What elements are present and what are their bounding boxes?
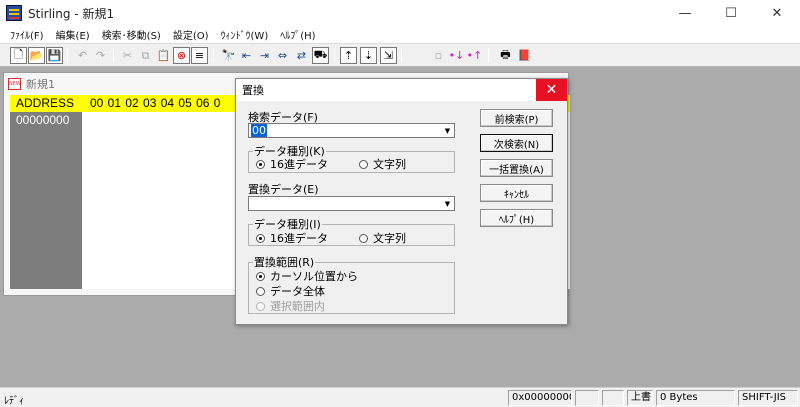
document-title: 新規1: [26, 78, 55, 91]
toolbar-separator: [488, 48, 489, 63]
open-folder-icon[interactable]: 📂: [28, 47, 45, 64]
minimize-button[interactable]: —: [662, 0, 708, 26]
goto-down-icon[interactable]: ⇣: [360, 47, 377, 64]
print-icon[interactable]: 🖶: [497, 47, 514, 64]
mark-icon[interactable]: ▫: [430, 47, 447, 64]
radio-unchecked-icon: [256, 301, 265, 311]
status-pane-blank: [602, 390, 624, 406]
cut-icon[interactable]: ✂: [119, 47, 136, 64]
replace-type-hex-label: 16進データ: [270, 232, 328, 245]
toolbar-separator: [67, 48, 68, 63]
range-selection-radio: 選択範囲内: [256, 298, 325, 314]
range-all-label: データ全体: [270, 285, 325, 298]
insert-icon[interactable]: ≡: [191, 47, 208, 64]
maximize-button[interactable]: ☐: [708, 0, 754, 26]
mark-prev-icon[interactable]: •↓: [448, 47, 465, 64]
replace-icon[interactable]: ⇄: [293, 47, 310, 64]
radio-checked-icon: [256, 271, 265, 281]
range-all-radio[interactable]: データ全体: [256, 283, 325, 299]
menu-search[interactable]: 検索･移動(S): [96, 27, 167, 42]
search-type-text-radio[interactable]: 文字列: [359, 156, 406, 172]
radio-unchecked-icon: [359, 233, 368, 243]
close-window-button[interactable]: ✕: [754, 0, 800, 26]
replace-dialog: 置換 ✕ 検索データ(F) 00 ▼ データ種別(K) 16進データ 文字列 置…: [235, 78, 568, 325]
row-address: 00000000: [16, 113, 70, 127]
find-icon[interactable]: 🔭: [220, 47, 237, 64]
menu-window[interactable]: ｳｨﾝﾄﾞｳ(W): [215, 27, 275, 42]
address-header: ADDRESS: [16, 96, 75, 110]
replace-data-combo[interactable]: ▼: [248, 196, 455, 211]
window-title: Stirling - 新規1: [28, 6, 115, 21]
undo-icon[interactable]: ↶: [74, 47, 91, 64]
range-selection-label: 選択範囲内: [270, 300, 325, 313]
toolbar: 🗋 📂 💾 ↶ ↷ ✂ ⧉ 📋 ⊗ ≡ 🔭 ⇤ ⇥ ⇔ ⇄ ⛟ ⇡ ⇣ ⇲ ▫ …: [0, 43, 800, 67]
paste-icon[interactable]: 📋: [155, 47, 172, 64]
toolbar-separator: [213, 48, 214, 63]
search-type-hex-radio[interactable]: 16進データ: [256, 156, 328, 172]
radio-checked-icon: [256, 159, 265, 169]
replace-type-hex-radio[interactable]: 16進データ: [256, 230, 328, 246]
menu-settings[interactable]: 設定(O): [167, 27, 215, 42]
toolbar-separator: [334, 48, 335, 63]
jump-icon[interactable]: ⛟: [312, 47, 329, 64]
find-next-icon[interactable]: ⇥: [256, 47, 273, 64]
radio-unchecked-icon: [256, 286, 265, 296]
menu-help[interactable]: ﾍﾙﾌﾟ(H): [274, 27, 321, 42]
document-icon: NEW: [8, 78, 21, 90]
new-file-icon[interactable]: 🗋: [10, 47, 27, 64]
toolbar-separator: [401, 48, 402, 63]
menu-edit[interactable]: 編集(E): [50, 27, 96, 42]
search-data-combo[interactable]: 00 ▼: [248, 123, 455, 138]
chevron-down-icon[interactable]: ▼: [441, 124, 454, 137]
copy-icon[interactable]: ⧉: [137, 47, 154, 64]
delete-icon[interactable]: ⊗: [173, 47, 190, 64]
status-overwrite: 上書: [627, 390, 653, 406]
save-icon[interactable]: 💾: [46, 47, 63, 64]
status-bar: ﾚﾃﾞｨ 0x00000000 上書 0 Bytes SHIFT-JIS: [0, 387, 800, 407]
help-book-icon[interactable]: 📕: [516, 47, 533, 64]
byte-column-headers: 00 01 02 03 04 05 06 0: [90, 96, 221, 110]
app-icon: [6, 5, 22, 21]
toolbar-separator: [113, 48, 114, 63]
dialog-title-bar: 置換 ✕: [236, 79, 567, 101]
mark-next-icon[interactable]: •↑: [466, 47, 483, 64]
range-cursor-radio[interactable]: カーソル位置から: [256, 268, 358, 284]
replace-type-text-label: 文字列: [373, 232, 406, 245]
replace-type-text-radio[interactable]: 文字列: [359, 230, 406, 246]
radio-unchecked-icon: [359, 159, 368, 169]
goto-top-icon[interactable]: ⇡: [340, 47, 357, 64]
find-all-icon[interactable]: ⇔: [274, 47, 291, 64]
radio-checked-icon: [256, 233, 265, 243]
redo-icon[interactable]: ↷: [92, 47, 109, 64]
dialog-close-button[interactable]: ✕: [536, 79, 567, 101]
replace-data-label: 置換データ(E): [248, 183, 319, 196]
cancel-button[interactable]: ｷｬﾝｾﾙ: [480, 184, 553, 202]
find-prev-button[interactable]: 前検索(P): [480, 109, 553, 127]
chevron-down-icon[interactable]: ▼: [441, 197, 454, 210]
goto-end-icon[interactable]: ⇲: [380, 47, 397, 64]
status-encoding: SHIFT-JIS: [738, 390, 798, 406]
search-type-hex-label: 16進データ: [270, 158, 328, 171]
title-bar: Stirling - 新規1 — ☐ ✕: [0, 0, 800, 26]
status-mode: ﾚﾃﾞｨ: [4, 396, 24, 407]
find-next-button[interactable]: 次検索(N): [480, 134, 553, 152]
menu-file[interactable]: ﾌｧｲﾙ(F): [4, 27, 50, 42]
help-button[interactable]: ﾍﾙﾌﾟ(H): [480, 209, 553, 227]
status-address: 0x00000000: [508, 390, 572, 406]
status-size: 0 Bytes: [656, 390, 735, 406]
menu-bar: ﾌｧｲﾙ(F) 編集(E) 検索･移動(S) 設定(O) ｳｨﾝﾄﾞｳ(W) ﾍ…: [0, 26, 800, 43]
search-data-value: 00: [251, 124, 267, 137]
range-cursor-label: カーソル位置から: [270, 270, 358, 283]
find-prev-icon[interactable]: ⇤: [238, 47, 255, 64]
search-type-text-label: 文字列: [373, 158, 406, 171]
dialog-title: 置換: [242, 84, 264, 97]
replace-all-button[interactable]: 一括置換(A): [480, 159, 553, 177]
status-pane-blank: [575, 390, 599, 406]
